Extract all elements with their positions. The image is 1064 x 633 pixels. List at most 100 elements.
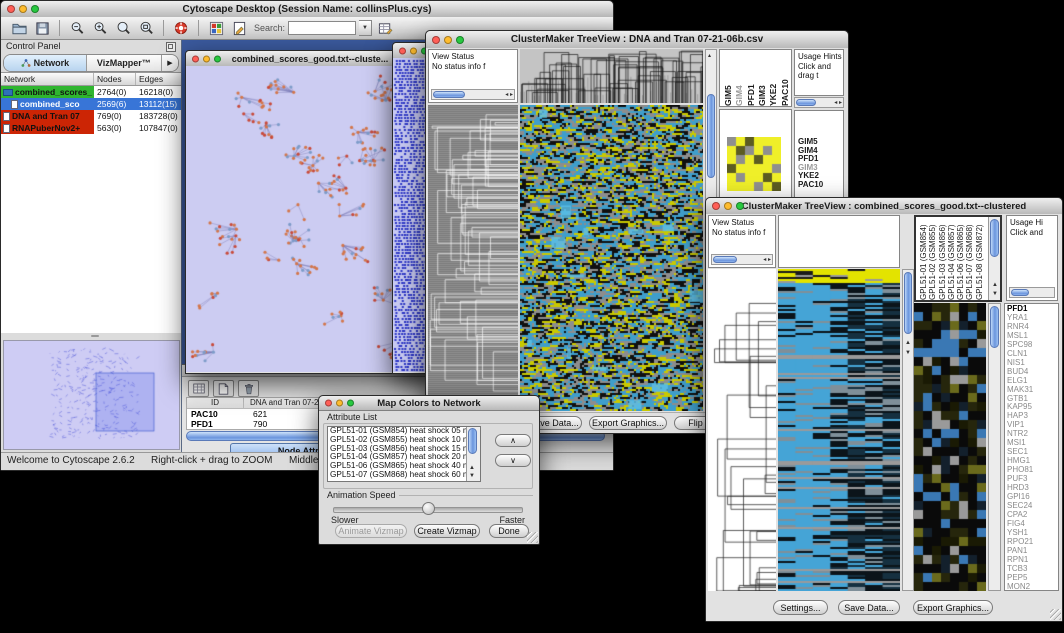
treeview2-column-dendrogram-panel[interactable] — [778, 215, 900, 268]
zoom-selected-icon[interactable] — [113, 19, 133, 37]
done-button[interactable]: Done — [489, 524, 529, 538]
close-button[interactable] — [325, 400, 332, 407]
column-header-edges[interactable]: Edges — [136, 73, 181, 85]
settings-button[interactable]: Settings... — [773, 600, 828, 615]
column-label[interactable]: YKE2 — [768, 50, 779, 106]
delete-attribute-icon[interactable] — [238, 380, 259, 397]
zoom-button[interactable] — [456, 36, 464, 44]
open-session-icon[interactable] — [9, 19, 29, 37]
network-row[interactable]: combined_scores_ 2764(0) 16218(0) — [1, 86, 181, 98]
scroll-arrows[interactable]: ◂ ▸ — [763, 257, 771, 263]
close-button[interactable] — [7, 5, 15, 13]
resize-grip[interactable] — [527, 532, 538, 543]
move-up-button[interactable]: ∧ — [495, 434, 531, 447]
animate-vizmap-button[interactable]: Animate Vizmap — [335, 524, 407, 538]
zoom-button[interactable] — [736, 202, 744, 210]
column-label[interactable]: GPL51-03 (GSM856) — [938, 217, 947, 300]
animation-speed-slider-thumb[interactable] — [422, 502, 435, 515]
scroll-arrow-up[interactable]: ▲ — [992, 282, 998, 288]
scroll-arrow-down[interactable]: ▼ — [469, 473, 475, 479]
export-graphics-button[interactable]: Export Graphics... — [589, 416, 667, 430]
scroll-arrow-up[interactable]: ▴ — [708, 53, 711, 59]
scroll-thumb[interactable] — [707, 94, 715, 178]
network-overview-canvas[interactable] — [4, 341, 179, 449]
treeview1-heatmap[interactable] — [520, 105, 703, 411]
create-vizmap-button[interactable]: Create Vizmap — [414, 524, 480, 538]
scroll-thumb[interactable] — [433, 91, 465, 98]
float-panel-icon[interactable] — [166, 42, 176, 52]
attribute-listbox[interactable]: GPL51-01 (GSM854) heat shock 05 minGPL51… — [327, 426, 481, 482]
minimize-button[interactable] — [410, 47, 417, 54]
scroll-thumb[interactable] — [468, 428, 477, 454]
zoom-in-icon[interactable] — [90, 19, 110, 37]
attribute-item[interactable]: GPL51-02 (GSM855) heat shock 10 min — [328, 436, 467, 445]
treeview1-row-dendrogram[interactable] — [428, 105, 518, 411]
column-label[interactable]: GPL51-04 (GSM857) — [947, 217, 956, 300]
help-lifering-icon[interactable] — [171, 19, 191, 37]
close-button[interactable] — [399, 47, 406, 54]
scroll-thumb[interactable] — [1011, 289, 1029, 296]
vizmapper-icon[interactable] — [206, 19, 226, 37]
close-button[interactable] — [432, 36, 440, 44]
global-heatmap-scrollbar[interactable]: ▲ ▼ — [902, 269, 914, 591]
attribute-list-scrollbar[interactable]: ▲ ▼ — [466, 427, 480, 481]
tab-vizmapper[interactable]: VizMapper™ — [87, 55, 162, 71]
zoom-button[interactable] — [347, 400, 354, 407]
column-label[interactable]: GIM4 — [734, 50, 745, 106]
id-column-header[interactable]: ID — [187, 398, 244, 408]
column-label[interactable]: GPL51-08 (GSM872) — [975, 217, 984, 300]
correlation-matrix-canvas[interactable] — [727, 137, 781, 191]
scroll-arrows[interactable]: ◂ ▸ — [834, 100, 842, 106]
attribute-item[interactable]: GPL51-06 (GSM865) heat shock 40 min — [328, 462, 467, 471]
treeview2-row-dendrogram[interactable] — [708, 269, 776, 591]
network-row[interactable]: combined_sco 2569(6) 13112(15) — [1, 98, 181, 110]
minimize-button[interactable] — [336, 400, 343, 407]
save-session-icon[interactable] — [32, 19, 52, 37]
annotation-icon[interactable] — [229, 19, 249, 37]
network-row[interactable]: DNA and Tran 07 769(0) 183728(0) — [1, 110, 181, 122]
tab-network[interactable]: Network — [4, 55, 87, 71]
column-label[interactable]: PAC10 — [780, 50, 791, 106]
save-data-button[interactable]: Save Data... — [838, 600, 900, 615]
search-input[interactable] — [288, 21, 356, 35]
panel-divider[interactable] — [1, 333, 181, 339]
attribute-item[interactable]: GPL51-01 (GSM854) heat shock 05 min — [328, 427, 467, 436]
minimize-button[interactable] — [444, 36, 452, 44]
scroll-arrows[interactable]: ◂ ▸ — [505, 92, 513, 98]
column-label[interactable]: GPL51-02 (GSM855) — [928, 217, 937, 300]
close-button[interactable] — [192, 55, 199, 62]
minimize-button[interactable] — [19, 5, 27, 13]
column-label[interactable]: GIM3 — [757, 50, 768, 106]
column-label[interactable]: GPL51-01 (GSM854) — [919, 217, 928, 300]
move-down-button[interactable]: ∨ — [495, 454, 531, 467]
scroll-arrow-up[interactable]: ▲ — [905, 340, 911, 346]
zoom-button[interactable] — [214, 55, 221, 62]
zoom-fit-icon[interactable] — [136, 19, 156, 37]
row-label[interactable]: PAC10 — [798, 181, 823, 190]
column-header-nodes[interactable]: Nodes — [94, 73, 136, 85]
new-attribute-icon[interactable] — [213, 380, 234, 397]
scroll-thumb[interactable] — [990, 219, 999, 257]
network-row[interactable]: RNAPuberNov2+ 563(0) 107847(0) — [1, 122, 181, 134]
attribute-table-icon[interactable] — [188, 380, 209, 397]
column-label[interactable]: GIM5 — [723, 50, 734, 106]
search-dropdown-arrow[interactable]: ▼ — [359, 20, 372, 36]
treeview2-global-heatmap[interactable] — [778, 269, 900, 591]
treeview1-column-dendrogram[interactable] — [520, 49, 703, 103]
column-label[interactable]: GPL51-06 (GSM865) — [956, 217, 965, 300]
detail-heatmap-scrollbar[interactable] — [988, 303, 1001, 591]
column-label[interactable]: PFD1 — [746, 50, 757, 106]
scroll-thumb[interactable] — [713, 256, 737, 263]
close-button[interactable] — [712, 202, 720, 210]
scroll-arrow-up[interactable]: ▲ — [469, 465, 475, 471]
view-status-scrollbar[interactable]: ◂ ▸ — [711, 254, 773, 265]
usage-hints-scrollbar[interactable]: ◂ ▸ — [794, 97, 844, 108]
dialog-title-bar[interactable]: Map Colors to Network — [319, 396, 539, 411]
treeview2-title-bar[interactable]: ClusterMaker TreeView : combined_scores_… — [706, 198, 1062, 215]
view-status-scrollbar[interactable]: ◂ ▸ — [431, 89, 515, 100]
minimize-button[interactable] — [203, 55, 210, 62]
attribute-item[interactable]: GPL51-03 (GSM856) heat shock 15 min — [328, 445, 467, 454]
minimize-button[interactable] — [724, 202, 732, 210]
resize-grip[interactable] — [1050, 609, 1061, 620]
attribute-browser-icon[interactable] — [375, 19, 395, 37]
